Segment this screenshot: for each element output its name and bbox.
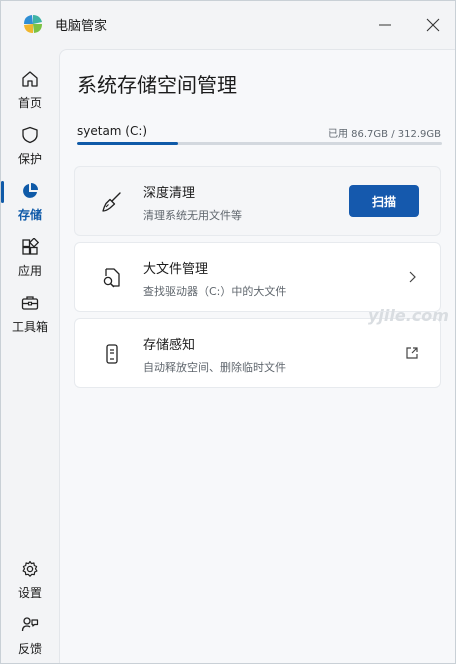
sidebar-item-label: 工具箱 xyxy=(11,320,48,334)
home-icon xyxy=(18,67,42,91)
pie-chart-icon xyxy=(18,179,42,203)
sidebar-item-label: 反馈 xyxy=(17,642,42,656)
gear-icon xyxy=(18,557,42,581)
sidebar-item-apps[interactable]: 应用 xyxy=(5,231,55,283)
apps-icon xyxy=(18,235,42,259)
sidebar-item-label: 保护 xyxy=(17,152,42,166)
toolbox-icon xyxy=(18,291,42,315)
phone-storage-icon xyxy=(100,342,124,366)
main-content: 系统存储空间管理 syetam (C:) 已用 86.7GB / 312.9GB… xyxy=(59,49,455,663)
sidebar-nav: 首页 保护 存储 应用 工具箱 设置 反馈 xyxy=(1,49,59,663)
close-icon xyxy=(426,18,440,32)
chevron-right-icon xyxy=(404,269,420,285)
watermark: yjile.com xyxy=(368,306,449,325)
feedback-icon xyxy=(18,613,42,637)
minimize-button[interactable] xyxy=(371,11,399,39)
sidebar-item-protect[interactable]: 保护 xyxy=(5,119,55,171)
drive-name: syetam (C:) xyxy=(77,124,148,138)
sidebar-item-storage[interactable]: 存储 xyxy=(5,175,55,227)
deep-clean-card[interactable]: 深度清理 清理系统无用文件等 扫描 xyxy=(74,166,441,236)
close-button[interactable] xyxy=(419,11,447,39)
minimize-icon xyxy=(379,24,391,26)
page-title: 系统存储空间管理 xyxy=(77,73,237,97)
storage-sense-card[interactable]: 存储感知 自动释放空间、删除临时文件 xyxy=(74,318,441,388)
scan-button[interactable]: 扫描 xyxy=(349,185,419,217)
drive-usage-text: 已用 86.7GB / 312.9GB xyxy=(327,129,441,140)
external-link-icon xyxy=(404,345,420,361)
app-title: 电脑管家 xyxy=(55,19,108,34)
card-subtitle: 清理系统无用文件等 xyxy=(143,209,242,222)
broom-icon xyxy=(100,190,124,214)
sidebar-item-label: 设置 xyxy=(17,586,42,600)
card-title: 深度清理 xyxy=(143,186,196,201)
drive-usage-fill xyxy=(77,142,179,145)
card-title: 大文件管理 xyxy=(143,262,209,277)
file-search-icon xyxy=(100,266,124,290)
card-subtitle: 查找驱动器（C:）中的大文件 xyxy=(143,285,287,298)
sidebar-item-settings[interactable]: 设置 xyxy=(5,553,55,605)
sidebar-item-toolbox[interactable]: 工具箱 xyxy=(5,287,55,339)
sidebar-item-label: 存储 xyxy=(17,208,42,222)
sidebar-item-label: 首页 xyxy=(17,96,42,110)
app-window: 电脑管家 首页 保护 存储 应用 工具箱 设置 反馈 系统存储空间管理 syet… xyxy=(0,0,456,664)
drive-usage-bar xyxy=(77,142,442,145)
card-title: 存储感知 xyxy=(143,338,196,353)
sidebar-item-home[interactable]: 首页 xyxy=(5,63,55,115)
card-subtitle: 自动释放空间、删除临时文件 xyxy=(143,361,286,374)
title-bar: 电脑管家 xyxy=(1,1,455,49)
active-nav-indicator xyxy=(1,181,4,203)
sidebar-item-feedback[interactable]: 反馈 xyxy=(5,609,55,661)
app-logo-icon xyxy=(24,15,42,33)
large-file-card[interactable]: 大文件管理 查找驱动器（C:）中的大文件 xyxy=(74,242,441,312)
shield-icon xyxy=(18,123,42,147)
sidebar-item-label: 应用 xyxy=(17,264,42,278)
